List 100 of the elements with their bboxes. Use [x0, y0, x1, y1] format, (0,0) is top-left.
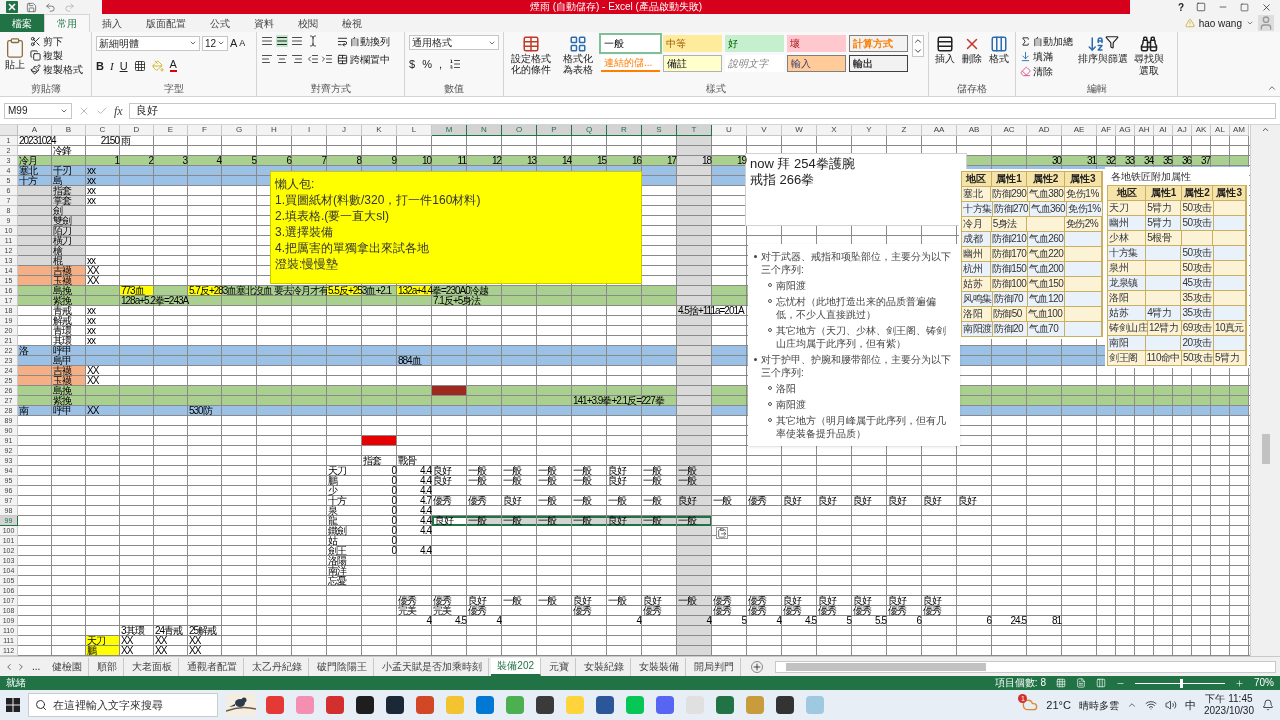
font-dropdown[interactable]: 新細明體 [96, 35, 200, 51]
column-header[interactable]: AJ [1173, 125, 1192, 136]
input-method[interactable]: 中 [1184, 696, 1196, 714]
table-cell[interactable]: 龍 [327, 516, 362, 526]
align-bottom-icon[interactable] [291, 35, 303, 47]
sheet-tab[interactable]: 大老面板 [126, 657, 180, 676]
sheet-tab[interactable]: 太乙丹紀錄 [246, 657, 310, 676]
collapse-ribbon-icon[interactable] [1267, 83, 1277, 93]
ribbon-tab[interactable]: 公式 [198, 14, 242, 32]
formula-field[interactable]: 良好 [128, 102, 1276, 119]
notification-icon[interactable] [1262, 699, 1274, 711]
fill-color-icon[interactable] [151, 59, 164, 72]
column-header[interactable]: C [86, 125, 120, 136]
scroll-up-icon[interactable] [1261, 125, 1270, 134]
column-header[interactable]: AM [1230, 125, 1249, 136]
text-box[interactable]: 懶人包: 1.買圖紙材(料數/320，打一件160材料) 2.填表格.(要一直大sl) 3.選擇裝備 4.把厲害的單獨拿出來試各地 澄裝:慢慢墊 [270, 171, 642, 284]
restore-icon[interactable] [1240, 2, 1249, 12]
account-name[interactable]: hao wang [1198, 15, 1242, 31]
edit-command-button[interactable]: 自動加總 [1020, 35, 1073, 48]
column-header[interactable]: X [817, 125, 852, 136]
cell-command-button[interactable]: 格式 [987, 35, 1011, 65]
column-header[interactable]: AF [1097, 125, 1116, 136]
app-icon[interactable] [536, 696, 554, 714]
cell-style-swatch[interactable]: 中等 [662, 35, 722, 52]
sheet-tab[interactable]: 裝備202 [491, 657, 542, 676]
underline-button[interactable]: U [119, 57, 128, 74]
copy-button[interactable]: 複製 [30, 49, 83, 62]
cell-style-swatch[interactable]: 一般 [600, 35, 660, 52]
sheet-tab[interactable]: 女裝裝備 [633, 657, 687, 676]
excel-logo-icon[interactable] [6, 1, 18, 13]
column-header[interactable]: J [327, 125, 362, 136]
app-icon[interactable] [716, 696, 734, 714]
column-header[interactable]: AK [1192, 125, 1211, 136]
taskbar-search-field[interactable]: 在這裡輸入文字來搜尋 [28, 693, 218, 717]
column-header[interactable]: AI [1154, 125, 1173, 136]
app-icon[interactable] [356, 696, 374, 714]
name-box[interactable]: M99 [4, 102, 72, 119]
conditional-format-button[interactable]: 設定格式化的條件 [508, 35, 555, 75]
column-header[interactable]: R [607, 125, 642, 136]
horizontal-scrollbar[interactable] [775, 660, 1276, 673]
ribbon-tab[interactable]: 插入 [90, 14, 134, 32]
caret-icon[interactable] [1246, 19, 1254, 27]
currency-button[interactable]: $ [409, 56, 416, 73]
column-header[interactable]: L [397, 125, 432, 136]
column-header[interactable]: F [188, 125, 222, 136]
sheet-tab[interactable]: 小孟天賦是否加乘時刻 [376, 657, 490, 676]
align-middle-icon[interactable] [276, 35, 288, 47]
sheet-tab[interactable]: 順部 [91, 657, 125, 676]
edit-command-button[interactable]: 清除 [1020, 65, 1073, 78]
column-header[interactable]: AL [1211, 125, 1230, 136]
volume-icon[interactable] [1164, 699, 1177, 711]
sheet-tab[interactable]: 元寶 [543, 657, 577, 676]
column-header[interactable]: D [120, 125, 154, 136]
column-header[interactable]: O [502, 125, 537, 136]
font-color-button[interactable]: A [169, 59, 177, 73]
column-header[interactable]: AD [1027, 125, 1062, 136]
more-sheets-button[interactable]: ... [28, 659, 45, 674]
indent-icon[interactable] [321, 53, 333, 65]
borders-icon[interactable] [133, 59, 146, 72]
font-size-dropdown[interactable]: 12 [202, 35, 228, 51]
network-icon[interactable] [1144, 699, 1157, 711]
ribbon-tab[interactable]: 資料 [242, 14, 286, 32]
sort-filter-button[interactable]: 排序與篩選 [1077, 35, 1129, 65]
page-layout-icon[interactable] [1076, 678, 1086, 688]
table-cell[interactable]: 0 [362, 516, 397, 526]
column-header[interactable]: M [432, 125, 467, 136]
close-icon[interactable] [1261, 1, 1272, 13]
column-header[interactable]: AH [1135, 125, 1154, 136]
column-header[interactable]: U [712, 125, 747, 136]
scroll-left-icon[interactable] [4, 661, 14, 672]
paste-options-icon[interactable] [716, 527, 728, 539]
column-header[interactable]: N [467, 125, 502, 136]
column-header[interactable]: I [292, 125, 327, 136]
orientation-icon[interactable] [307, 35, 319, 47]
outdent-icon[interactable] [307, 53, 319, 65]
cell-style-swatch[interactable]: 備註 [662, 55, 722, 72]
page-break-icon[interactable] [1096, 678, 1106, 688]
format-painter-button[interactable]: 複製格式 [30, 63, 83, 76]
column-header[interactable]: G [222, 125, 257, 136]
tray-expand-icon[interactable] [1126, 700, 1137, 710]
app-icon[interactable] [596, 696, 614, 714]
insert-function-button[interactable]: fx [114, 101, 123, 120]
column-header[interactable]: AA [922, 125, 957, 136]
ribbon-display-icon[interactable] [1196, 2, 1206, 12]
table-cell[interactable]: 4.4 [397, 516, 432, 526]
windows-icon[interactable] [6, 698, 20, 712]
cell-command-button[interactable]: 插入 [933, 35, 957, 65]
column-header[interactable]: AC [992, 125, 1027, 136]
cut-button[interactable]: 剪下 [30, 35, 83, 48]
sheet-tab[interactable]: 破門陰陽王 [311, 657, 375, 676]
ribbon-tab[interactable]: 校閱 [286, 14, 330, 32]
column-header[interactable]: Q [572, 125, 607, 136]
zoom-thumb[interactable] [1180, 678, 1183, 688]
column-header[interactable]: AG [1116, 125, 1135, 136]
zoom-in-icon[interactable] [1235, 678, 1244, 688]
column-header[interactable]: Z [887, 125, 922, 136]
format-as-table-button[interactable]: 格式化為表格 [558, 35, 597, 75]
align-top-icon[interactable] [261, 35, 273, 47]
weather-icon[interactable] [1022, 697, 1039, 713]
merge-center-button[interactable]: 跨欄置中 [337, 53, 390, 66]
